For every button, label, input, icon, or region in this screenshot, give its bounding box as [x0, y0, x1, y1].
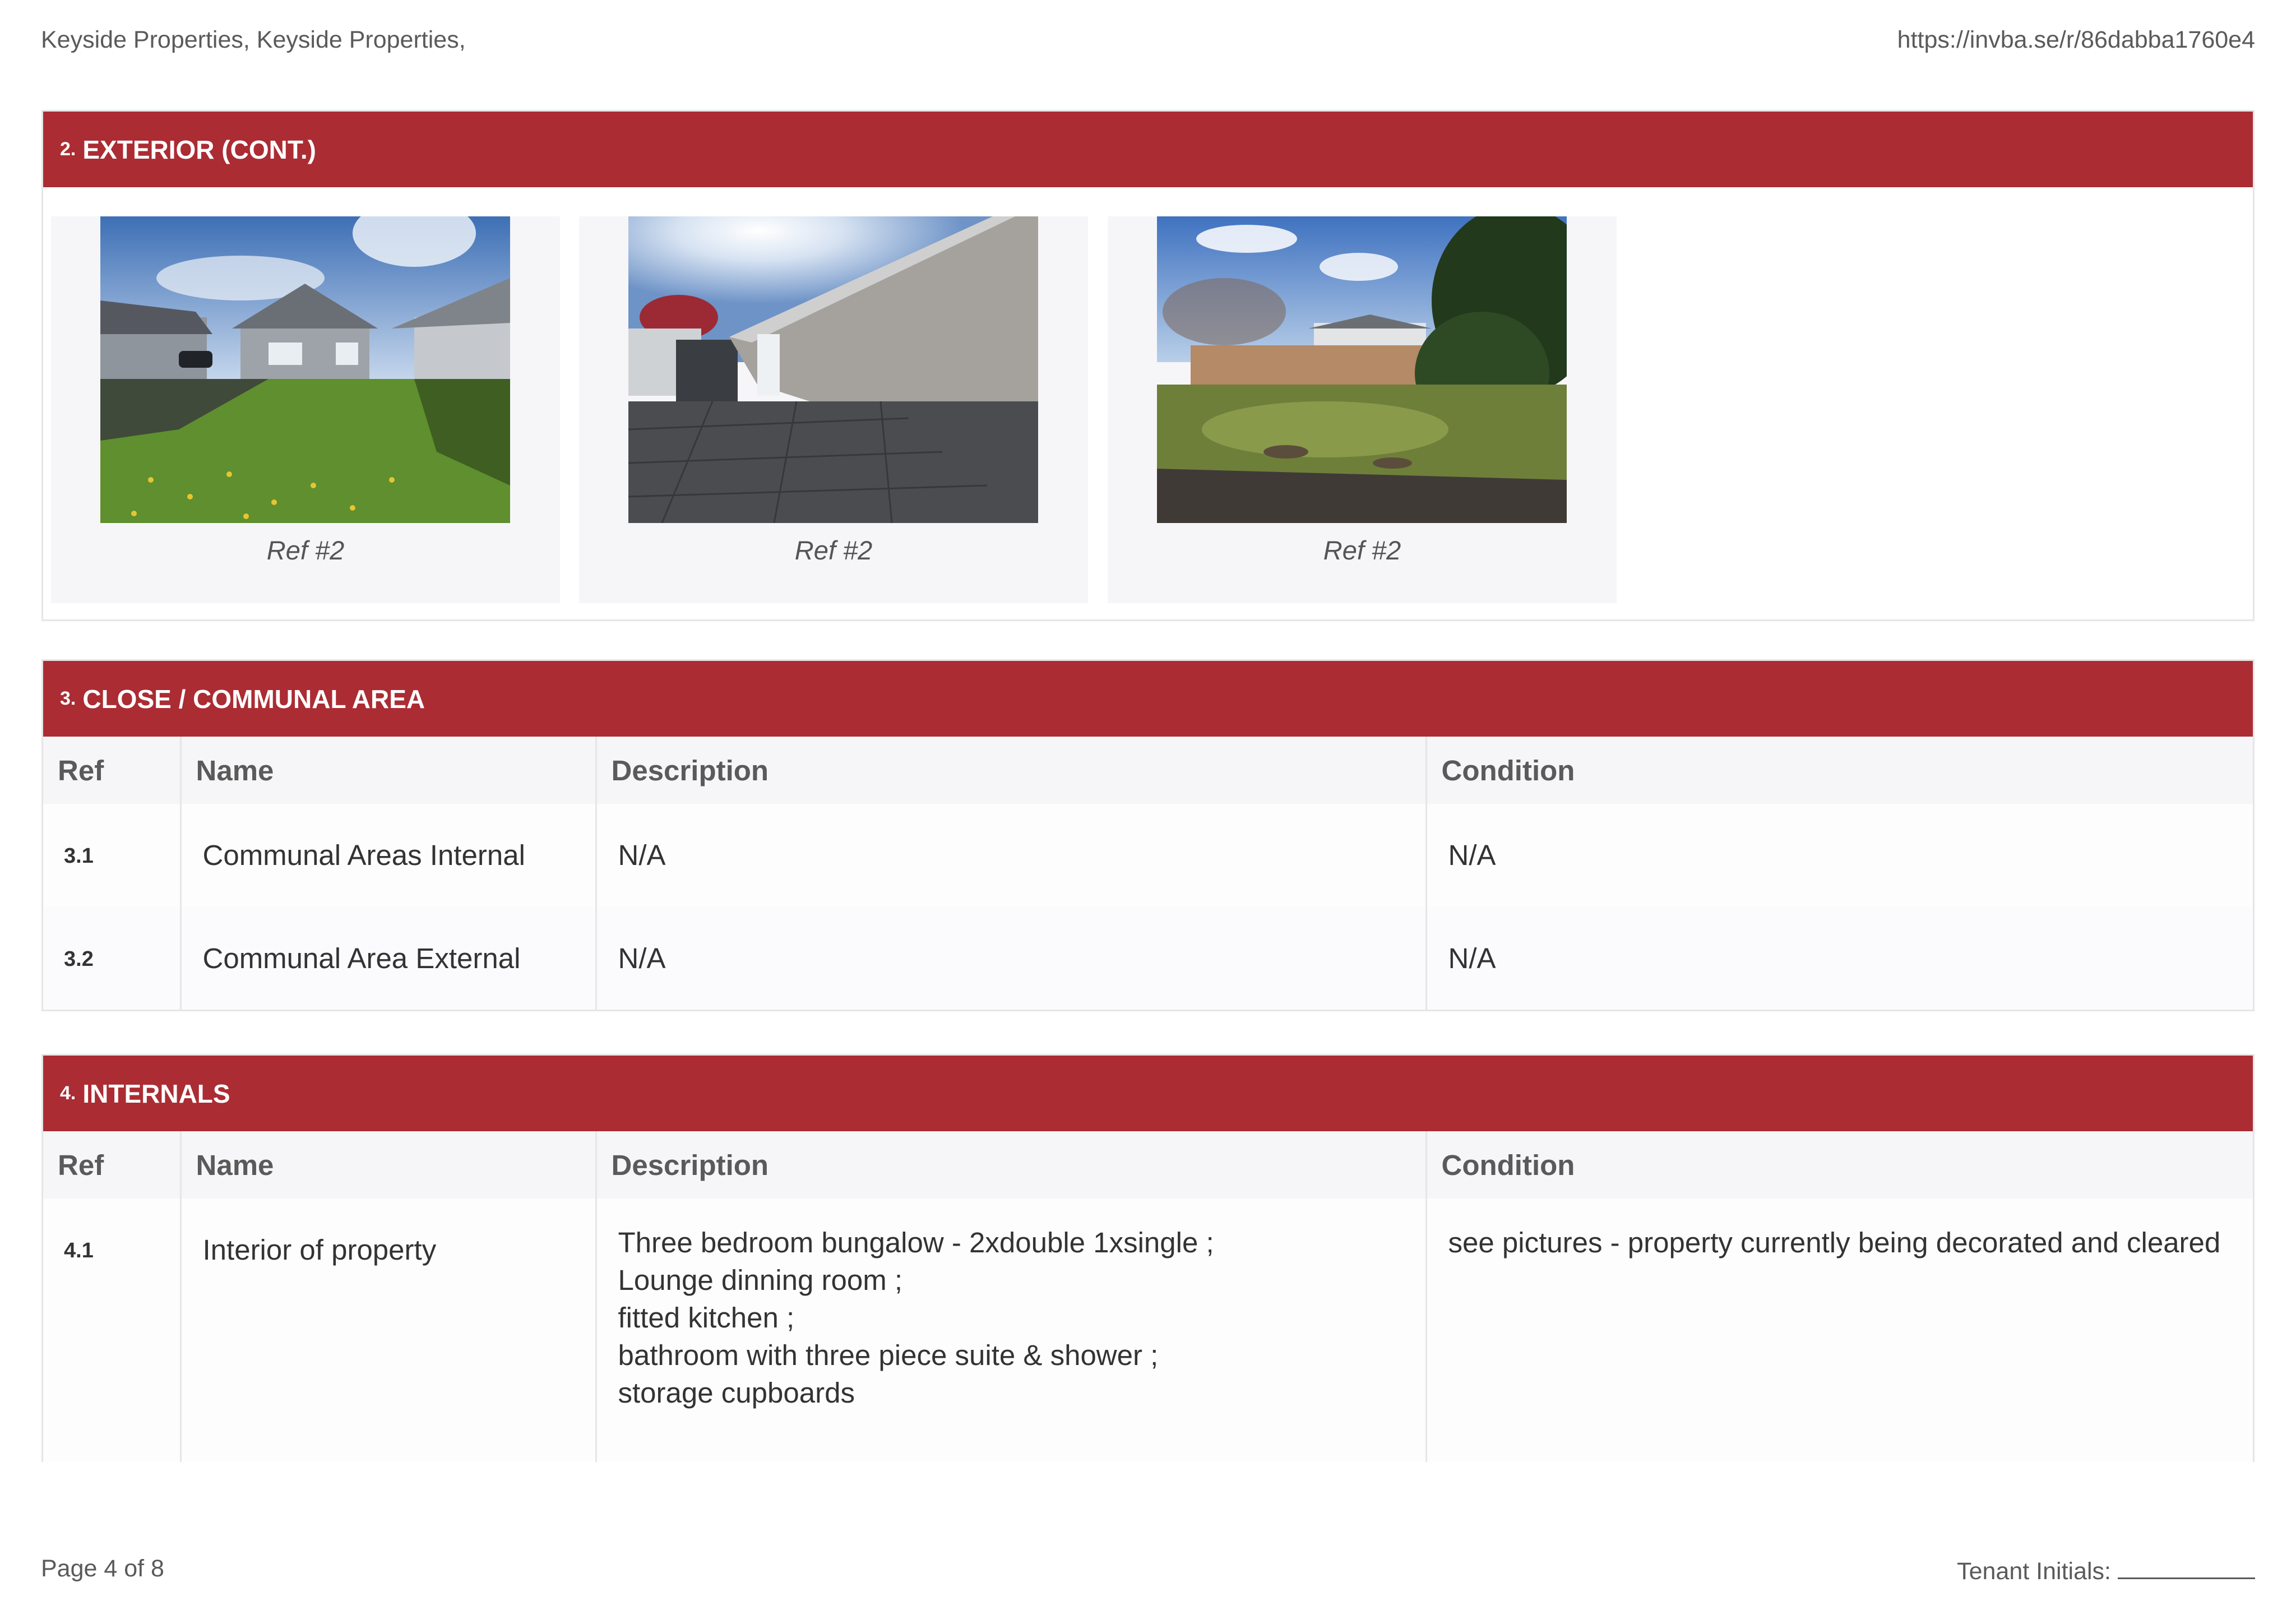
column-header-condition: Condition — [1425, 737, 2253, 804]
table-header-row: Ref Name Description Condition — [43, 1131, 2253, 1199]
tenant-initials-label: Tenant Initials: — [1957, 1558, 2111, 1585]
condition-cell: N/A — [1425, 907, 2253, 1010]
section-title: CLOSE / COMMUNAL AREA — [82, 684, 425, 714]
side-garage-photo[interactable] — [628, 216, 1038, 523]
section-title: EXTERIOR (CONT.) — [82, 135, 316, 164]
tenant-initials: Tenant Initials: — [1957, 1555, 2255, 1585]
condition-cell: N/A — [1425, 804, 2253, 907]
description-cell: N/A — [595, 907, 1426, 1010]
description-line: bathroom with three piece suite & shower… — [618, 1339, 1159, 1371]
photo-caption: Ref #2 — [794, 535, 873, 565]
table-row: 3.2 Communal Area External N/A N/A — [43, 907, 2253, 1010]
section-number: 2. — [60, 138, 76, 160]
name-cell: Interior of property — [179, 1199, 596, 1462]
column-header-description: Description — [595, 737, 1426, 804]
column-header-description: Description — [595, 1131, 1426, 1199]
table-header-row: Ref Name Description Condition — [43, 737, 2253, 804]
internals-table: Ref Name Description Condition 4.1 Inter… — [43, 1131, 2253, 1462]
ref-cell: 3.1 — [43, 804, 180, 907]
photo-card[interactable]: Ref #2 — [579, 216, 1088, 603]
section-header: 3. CLOSE / COMMUNAL AREA — [43, 661, 2253, 737]
table-row: 3.1 Communal Areas Internal N/A N/A — [43, 804, 2253, 907]
page-footer: Page 4 of 8 Tenant Initials: — [41, 1555, 2255, 1589]
condition-cell: see pictures - property currently being … — [1425, 1199, 2253, 1462]
page-number: Page 4 of 8 — [41, 1555, 164, 1582]
ref-cell: 3.2 — [43, 907, 180, 1010]
ref-cell: 4.1 — [43, 1199, 180, 1462]
name-cell: Communal Areas Internal — [179, 804, 596, 907]
section-number: 3. — [60, 688, 76, 709]
column-header-ref: Ref — [43, 737, 180, 804]
report-url[interactable]: https://invba.se/r/86dabba1760e4 — [1897, 26, 2255, 54]
front-garden-photo[interactable] — [100, 216, 510, 523]
description-line: storage cupboards — [618, 1377, 855, 1409]
description-cell: N/A — [595, 804, 1426, 907]
page-header: Keyside Properties, Keyside Properties, … — [41, 26, 2255, 60]
name-cell: Communal Area External — [179, 907, 596, 1010]
photo-card[interactable]: Ref #2 — [1108, 216, 1617, 603]
photo-gallery: Ref #2 Ref #2 Ref #2 — [43, 187, 2253, 619]
communal-table: Ref Name Description Condition 3.1 Commu… — [43, 737, 2253, 1010]
column-header-name: Name — [179, 1131, 596, 1199]
description-line: Lounge dinning room ; — [618, 1264, 903, 1296]
section-number: 4. — [60, 1082, 76, 1104]
photo-caption: Ref #2 — [1323, 535, 1401, 565]
initials-signature-line[interactable] — [2118, 1555, 2255, 1579]
column-header-name: Name — [179, 737, 596, 804]
company-name: Keyside Properties, Keyside Properties, — [41, 26, 466, 53]
table-row: 4.1 Interior of property Three bedroom b… — [43, 1199, 2253, 1462]
photo-caption: Ref #2 — [266, 535, 345, 565]
section-header: 2. EXTERIOR (CONT.) — [43, 112, 2253, 187]
column-header-ref: Ref — [43, 1131, 180, 1199]
column-header-condition: Condition — [1425, 1131, 2253, 1199]
exterior-section: 2. EXTERIOR (CONT.) Ref #2 Ref #2 Ref #2 — [41, 110, 2255, 621]
internals-section: 4. INTERNALS Ref Name Description Condit… — [41, 1054, 2255, 1462]
section-header: 4. INTERNALS — [43, 1056, 2253, 1131]
communal-section: 3. CLOSE / COMMUNAL AREA Ref Name Descri… — [41, 659, 2255, 1011]
description-line: fitted kitchen ; — [618, 1302, 795, 1334]
rear-garden-photo[interactable] — [1157, 216, 1567, 523]
photo-card[interactable]: Ref #2 — [51, 216, 560, 603]
description-line: Three bedroom bungalow - 2xdouble 1xsing… — [618, 1227, 1214, 1259]
description-cell: Three bedroom bungalow - 2xdouble 1xsing… — [595, 1199, 1426, 1462]
section-title: INTERNALS — [82, 1079, 230, 1108]
